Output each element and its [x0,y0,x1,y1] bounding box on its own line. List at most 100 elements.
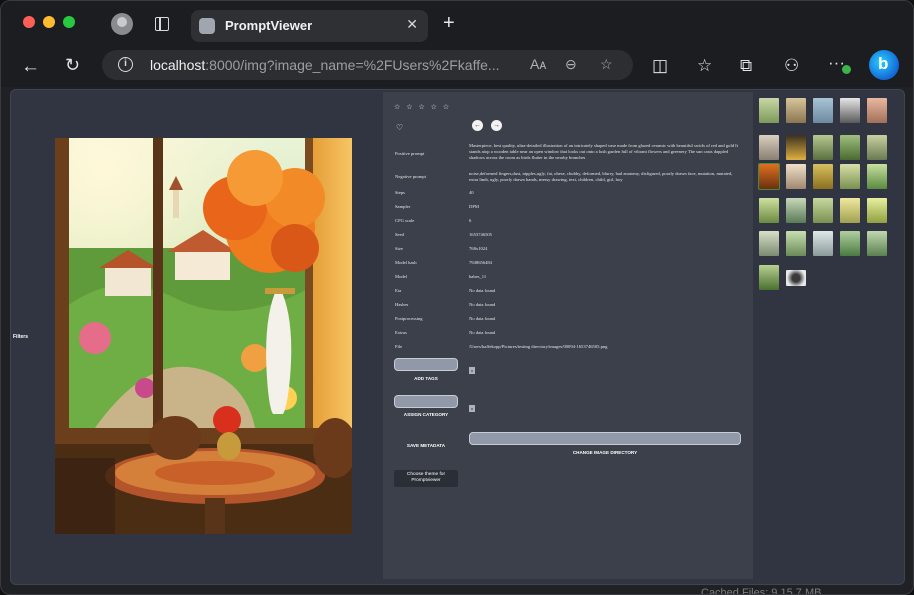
add-tags-button[interactable]: ADD TAGS [394,376,458,381]
thumbnail[interactable] [786,98,806,123]
meta-label-model-hash: Model hash [395,260,417,265]
thumbnail[interactable] [759,231,779,256]
thumbnail[interactable] [867,198,887,223]
collections-icon[interactable]: ⧉ [740,57,752,74]
image-directory-input[interactable] [469,432,741,445]
thumbnail[interactable] [840,135,860,160]
thumbnail[interactable] [786,198,806,223]
favorites-icon[interactable]: ☆ [697,57,712,74]
thumbnail[interactable] [786,135,806,160]
thumbnail[interactable] [840,164,860,189]
assign-category-input[interactable] [394,395,458,408]
bing-copilot-icon[interactable] [869,50,899,80]
meta-label-seed: Seed [395,232,404,237]
thumbnail[interactable] [867,98,887,123]
thumbnail[interactable] [813,164,833,189]
meta-label-positive-prompt: Positive prompt [395,151,425,156]
thumbnail-selected[interactable] [758,163,780,190]
meta-value-hashes: No data found [469,302,496,307]
thumbnail[interactable] [867,135,887,160]
thumbnail[interactable] [786,270,806,286]
meta-value-steps: 40 [469,190,474,195]
add-favorite-icon[interactable]: ☆ [600,56,613,73]
thumbnail[interactable] [759,98,779,123]
thumbnail[interactable] [786,164,806,189]
save-metadata-button[interactable]: SAVE METADATA [394,443,458,448]
back-icon[interactable]: ← [21,57,40,76]
rating-stars[interactable]: ☆ ☆ ☆ ☆ ☆ [394,103,451,111]
clear-tags-button[interactable]: x [469,367,475,374]
meta-label-hashes: Hashes [395,302,409,307]
thumbnail[interactable] [813,198,833,223]
next-image-button[interactable]: → [491,120,502,131]
meta-label-model: Model [395,274,407,279]
meta-value-cfg-scale: 6 [469,218,472,223]
favorite-heart-icon[interactable]: ♡ [396,123,403,132]
assign-category-button[interactable]: ASSIGN CATEGORY [394,412,458,417]
minimize-window-button[interactable] [43,16,55,28]
meta-value-sampler: DPM [469,204,479,209]
extensions-icon[interactable]: ⚇ [784,57,799,74]
tab-actions-icon[interactable] [155,17,169,31]
meta-label-extras: Extras [395,330,407,335]
thumbnail[interactable] [759,265,779,290]
meta-label-file: File [395,344,403,349]
site-info-icon[interactable]: i [118,57,133,72]
thumbnail[interactable] [840,98,860,123]
read-aloud-icon[interactable]: Aᴀ [530,56,546,72]
meta-label-size: Size [395,246,403,251]
update-badge-icon [842,65,851,74]
status-text: Cached Files: 9.15.7 MB [701,587,822,595]
title-bar: PromptViewer ✕ + [1,1,913,47]
tab-title: PromptViewer [225,18,313,33]
tab-favicon-icon [199,18,215,34]
nav-bar: ← ↻ i localhost:8000/img?image_name=%2FU… [1,47,913,87]
meta-value-negative-prompt: noise,deformed fingers,dust, nipples,ugl… [469,171,733,182]
meta-label-postprocessing: Postprocessing [395,316,423,321]
tab-promptviewer[interactable]: PromptViewer ✕ [191,10,428,42]
clear-category-button[interactable]: x [469,405,475,412]
close-window-button[interactable] [23,16,35,28]
filters-toggle[interactable]: Filters [13,334,28,340]
main-image [55,138,352,534]
meta-label-eta: Eta [395,288,402,293]
meta-label-steps: Steps [395,190,405,195]
new-tab-icon[interactable]: + [443,13,455,33]
add-tags-input[interactable] [394,358,458,371]
page-content: Filters ☆ ☆ ☆ ☆ ☆ ♡ ← → Positive prompt … [10,89,905,585]
profile-avatar[interactable] [111,13,133,35]
meta-value-model-hash: 7948656484 [469,260,492,265]
meta-value-eta: No data found [469,288,496,293]
refresh-icon[interactable]: ↻ [65,56,80,74]
change-image-directory-button[interactable]: CHANGE IMAGE DIRECTORY [469,450,741,455]
previous-image-button[interactable]: ← [472,120,483,131]
choose-theme-label-line2: Promptviewer [411,478,441,483]
meta-label-cfg-scale: CFG scale [395,218,415,223]
thumbnail[interactable] [840,198,860,223]
thumbnail[interactable] [786,231,806,256]
browser-window: PromptViewer ✕ + ← ↻ i localhost:8000/im… [0,0,914,595]
thumbnail[interactable] [840,231,860,256]
split-screen-icon[interactable]: ◫ [652,57,668,74]
meta-value-seed: 1653746505 [469,232,492,237]
thumbnail[interactable] [813,231,833,256]
meta-value-size: 768x1024 [469,246,488,251]
meta-value-postprocessing: No data found [469,316,496,321]
thumbnail[interactable] [759,135,779,160]
url-text[interactable]: localhost:8000/img?image_name=%2FUsers%2… [150,57,500,73]
thumbnail[interactable] [813,135,833,160]
choose-theme-button[interactable]: Choose theme for Promptviewer [394,470,458,487]
meta-value-model: babes_11 [469,274,487,279]
zoom-out-icon[interactable]: ⊖ [565,56,577,73]
meta-value-extras: No data found [469,330,496,335]
thumbnail[interactable] [867,164,887,189]
maximize-window-button[interactable] [63,16,75,28]
close-tab-icon[interactable]: ✕ [406,16,418,33]
thumbnail[interactable] [759,198,779,223]
address-bar[interactable]: i localhost:8000/img?image_name=%2FUsers… [102,50,633,80]
metadata-panel: ☆ ☆ ☆ ☆ ☆ ♡ ← → Positive prompt Masterpi… [383,92,753,579]
thumbnail[interactable] [867,231,887,256]
meta-label-sampler: Sampler [395,204,411,209]
meta-value-file: /Users/kaffekopp/Pictures/testing direct… [469,344,608,349]
thumbnail[interactable] [813,98,833,123]
